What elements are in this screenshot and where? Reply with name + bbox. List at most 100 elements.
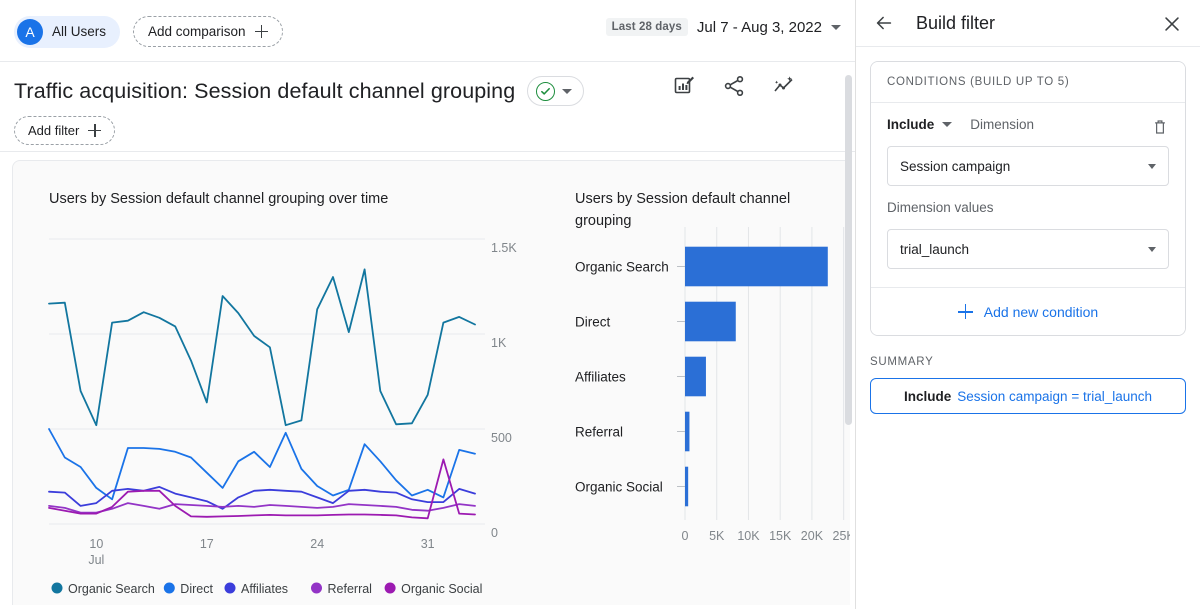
bar-category-label: Organic Search xyxy=(575,260,669,275)
page-title: Traffic acquisition: Session default cha… xyxy=(14,78,516,103)
add-comparison-label: Add comparison xyxy=(148,24,246,39)
y-axis-tick-label: 1.5K xyxy=(491,241,517,255)
bar-category-label: Direct xyxy=(575,315,611,330)
add-filter-button[interactable]: Add filter xyxy=(14,116,116,145)
conditions-header: CONDITIONS (BUILD UP TO 5) xyxy=(871,62,1185,103)
delete-condition-icon[interactable] xyxy=(1151,118,1169,141)
dimension-type-label: Dimension xyxy=(970,117,1035,132)
x-axis-tick-label: 31 xyxy=(421,537,435,551)
summary-include-label: Include xyxy=(903,388,952,404)
bar-organic-search[interactable] xyxy=(685,246,828,287)
data-quality-chip[interactable] xyxy=(527,76,585,106)
check-circle-icon xyxy=(536,81,556,101)
bar-x-axis-tick-label: 15K xyxy=(769,529,792,543)
add-new-condition-label: Add new condition xyxy=(983,303,1099,320)
top-divider xyxy=(0,61,855,62)
dimension-select-value: Session campaign xyxy=(900,158,1011,174)
bar-x-axis-tick-label: 20K xyxy=(801,529,824,543)
line-series-organic-search xyxy=(48,268,476,427)
panel-title: Build filter xyxy=(916,12,996,33)
legend-label: Organic Search xyxy=(68,582,155,596)
bar-direct[interactable] xyxy=(685,301,736,342)
panel-body: CONDITIONS (BUILD UP TO 5) Include Dimen… xyxy=(845,47,1200,414)
chevron-down-icon xyxy=(562,88,573,94)
x-axis-tick-label: 10 xyxy=(89,537,103,551)
plus-icon xyxy=(254,25,268,38)
panel-header: Build filter xyxy=(856,0,1200,47)
summary-chip[interactable]: Include Session campaign = trial_launch xyxy=(870,378,1186,414)
share-icon[interactable] xyxy=(721,73,747,99)
x-axis-tick-sublabel: Jul xyxy=(88,553,104,567)
legend-swatch xyxy=(163,582,175,594)
legend-label: Organic Social xyxy=(401,582,482,596)
line-series-direct xyxy=(48,428,476,501)
bar-x-axis-tick-label: 10K xyxy=(737,529,760,543)
summary-expression: Session campaign = trial_launch xyxy=(957,388,1152,404)
title-row: Traffic acquisition: Session default cha… xyxy=(0,63,855,106)
header-icon-row xyxy=(671,73,797,99)
filter-row: Add filter xyxy=(0,106,855,145)
bar-chart-title-line2: grouping xyxy=(575,213,631,229)
legend-swatch xyxy=(384,582,396,594)
top-bar: A All Users Add comparison Last 28 days … xyxy=(0,0,855,63)
bar-category-label: Affiliates xyxy=(575,370,626,385)
legend-label: Referral xyxy=(328,582,372,596)
condition-row: Include Dimension Session campaign Dimen… xyxy=(871,103,1185,287)
legend-swatch xyxy=(311,582,322,594)
bar-x-axis-tick-label: 5K xyxy=(709,529,725,543)
charts-card: Users by Session default channel groupin… xyxy=(12,160,850,605)
chevron-down-icon xyxy=(1148,163,1156,169)
dimension-select[interactable]: Session campaign xyxy=(887,146,1169,186)
conditions-card: CONDITIONS (BUILD UP TO 5) Include Dimen… xyxy=(870,61,1186,336)
analytics-app: A All Users Add comparison Last 28 days … xyxy=(0,0,1200,609)
y-axis-tick-label: 1K xyxy=(491,336,507,350)
close-icon[interactable] xyxy=(1160,12,1184,36)
audience-chip-all-users[interactable]: A All Users xyxy=(14,15,121,48)
date-range-text: Jul 7 - Aug 3, 2022 xyxy=(696,18,822,36)
legend-label: Affiliates xyxy=(241,582,288,596)
report-area: A All Users Add comparison Last 28 days … xyxy=(0,0,855,609)
bar-referral[interactable] xyxy=(685,411,690,452)
back-arrow-icon[interactable] xyxy=(872,11,896,35)
insights-edit-icon[interactable] xyxy=(671,73,697,99)
legend-swatch xyxy=(224,582,236,594)
line-series-referral xyxy=(48,502,476,514)
legend-label: Direct xyxy=(180,582,213,596)
line-chart-title: Users by Session default channel groupin… xyxy=(49,191,388,207)
bar-category-label: Organic Social xyxy=(575,480,663,495)
include-select[interactable]: Include xyxy=(887,117,953,132)
include-label: Include xyxy=(887,117,935,132)
plus-icon xyxy=(88,124,102,137)
add-comparison-button[interactable]: Add comparison xyxy=(133,16,283,47)
add-filter-label: Add filter xyxy=(28,123,80,138)
x-axis-tick-label: 17 xyxy=(200,537,214,551)
bar-affiliates[interactable] xyxy=(685,356,706,397)
legend-swatch xyxy=(51,582,63,594)
chevron-down-icon xyxy=(942,122,953,127)
audience-label: All Users xyxy=(52,24,107,39)
plus-icon xyxy=(957,304,973,319)
chevron-down-icon xyxy=(831,24,841,30)
x-axis-tick-label: 24 xyxy=(310,537,324,551)
summary-label: SUMMARY xyxy=(870,356,934,368)
charts-svg: Users by Session default channel groupin… xyxy=(48,191,850,596)
filter-divider xyxy=(0,151,855,152)
dimension-values-value: trial_launch xyxy=(900,241,970,257)
dimension-values-select[interactable]: trial_launch xyxy=(887,229,1169,269)
bar-organic-social[interactable] xyxy=(685,466,689,507)
bar-category-label: Referral xyxy=(575,425,623,440)
bar-x-axis-tick-label: 25K xyxy=(833,529,850,543)
y-axis-tick-label: 0 xyxy=(491,526,498,540)
dimension-values-label: Dimension values xyxy=(887,200,994,215)
bar-chart-title: Users by Session default channel xyxy=(575,191,790,207)
date-range-picker[interactable]: Last 28 days Jul 7 - Aug 3, 2022 xyxy=(605,18,841,36)
trend-icon[interactable] xyxy=(771,73,797,99)
build-filter-panel: Build filter CONDITIONS (BUILD UP TO 5) … xyxy=(845,0,1200,609)
panel-scrollbar[interactable] xyxy=(845,75,852,275)
bar-x-axis-tick-label: 0 xyxy=(682,529,689,543)
chevron-down-icon xyxy=(1148,246,1156,252)
add-new-condition-button[interactable]: Add new condition xyxy=(871,287,1185,335)
condition-top-row: Include Dimension xyxy=(887,117,1169,134)
audience-avatar: A xyxy=(17,18,43,45)
date-range-badge: Last 28 days xyxy=(605,18,688,36)
